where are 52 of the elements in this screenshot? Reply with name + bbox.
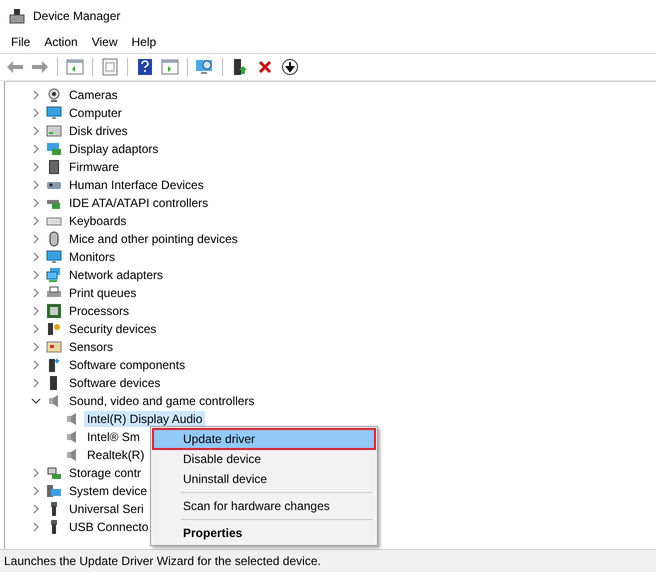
context-menu-item[interactable]: Uninstall device bbox=[153, 469, 375, 489]
chip-icon bbox=[46, 159, 62, 175]
storage-icon bbox=[46, 465, 62, 481]
status-text: Launches the Update Driver Wizard for the selected device. bbox=[4, 554, 321, 568]
context-menu-item[interactable]: Disable device bbox=[153, 449, 375, 469]
tree-item[interactable]: Computer bbox=[66, 105, 125, 121]
tree-item[interactable]: Mice and other pointing devices bbox=[66, 231, 241, 247]
tree-item[interactable]: Disk drives bbox=[66, 123, 131, 139]
tree-item[interactable]: Firmware bbox=[66, 159, 122, 175]
device-manager-icon bbox=[9, 8, 25, 24]
webcam-icon bbox=[46, 87, 62, 103]
tree-item[interactable]: Storage contr bbox=[66, 465, 144, 481]
context-menu-item[interactable]: Update driver bbox=[153, 429, 375, 449]
menu-item[interactable]: Help bbox=[124, 33, 164, 51]
tree-item[interactable]: System device bbox=[66, 483, 150, 499]
key-icon bbox=[46, 321, 62, 337]
tree-item[interactable]: Intel® Sm bbox=[84, 429, 143, 445]
download-button[interactable] bbox=[279, 56, 301, 78]
tree-item[interactable]: USB Connecto bbox=[66, 519, 152, 535]
disk-drive-icon bbox=[46, 123, 62, 139]
menu-item[interactable]: Action bbox=[37, 33, 85, 51]
tree-item[interactable]: Realtek(R) bbox=[84, 447, 148, 463]
tree-item[interactable]: Sensors bbox=[66, 339, 116, 355]
processor-icon bbox=[46, 303, 62, 319]
context-menu-item[interactable]: Scan for hardware changes bbox=[153, 496, 375, 516]
tree-item[interactable]: Processors bbox=[66, 303, 132, 319]
menu-item[interactable]: File bbox=[4, 33, 38, 51]
window-title: Device Manager bbox=[33, 8, 120, 22]
tree-item[interactable]: Network adapters bbox=[66, 267, 166, 283]
tree-item[interactable]: Universal Seri bbox=[66, 501, 147, 517]
tree-item[interactable]: Security devices bbox=[66, 321, 160, 337]
tree-item[interactable]: Display adaptors bbox=[66, 141, 162, 157]
tree-item[interactable]: Monitors bbox=[66, 249, 118, 265]
tree-item[interactable]: Intel(R) Display Audio bbox=[84, 411, 206, 427]
tree-item[interactable]: Software components bbox=[66, 357, 188, 373]
context-menu-item[interactable]: Properties bbox=[153, 523, 375, 543]
tree-item[interactable]: Sound, video and game controllers bbox=[66, 393, 258, 409]
monitor-icon bbox=[46, 249, 62, 265]
menu-item[interactable]: View bbox=[84, 33, 124, 51]
collapse-icon[interactable] bbox=[31, 397, 41, 405]
tree-item[interactable]: Keyboards bbox=[66, 213, 130, 229]
component-icon bbox=[46, 357, 62, 373]
tree-item[interactable]: Print queues bbox=[66, 285, 140, 301]
monitor-icon bbox=[46, 105, 62, 121]
tree-item[interactable]: Cameras bbox=[66, 87, 121, 103]
tree-item[interactable]: Software devices bbox=[66, 375, 164, 391]
system-icon bbox=[46, 483, 62, 499]
tree-item[interactable]: Human Interface Devices bbox=[66, 177, 207, 193]
sensor-icon bbox=[46, 339, 62, 355]
tree-item[interactable]: IDE ATA/ATAPI controllers bbox=[66, 195, 212, 211]
network-icon bbox=[46, 267, 62, 283]
display-adapter-icon bbox=[46, 141, 62, 157]
